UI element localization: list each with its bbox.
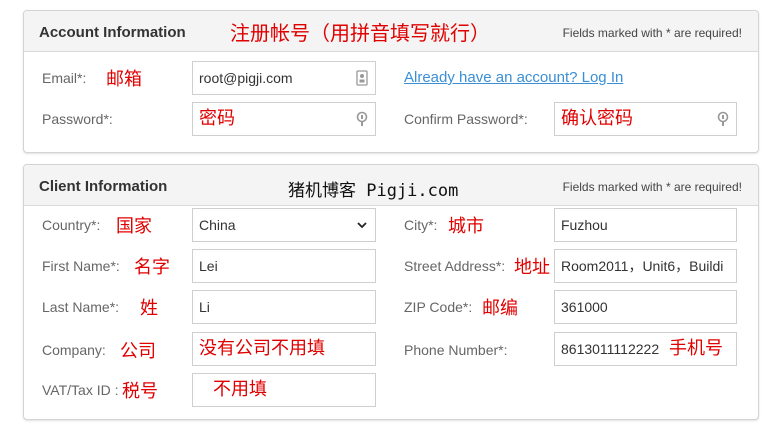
country-annotation: 国家	[116, 216, 152, 237]
first-name-value: Lei	[199, 258, 218, 274]
street-address-field[interactable]: Room2011，Unit6，Buildi	[554, 249, 737, 283]
vat-tax-id-label: VAT/Tax ID :	[42, 382, 119, 398]
confirm-password-field[interactable]: 确认密码	[554, 102, 737, 136]
phone-number-value: 8613011112222	[561, 341, 660, 357]
key-icon	[356, 111, 368, 126]
confirm-password-annotation: 确认密码	[561, 108, 633, 129]
password-field[interactable]: 密码	[192, 102, 376, 136]
account-panel-title: Account Information	[39, 24, 186, 41]
vat-value-annotation: 不用填	[213, 379, 267, 400]
phone-number-label: Phone Number*:	[404, 342, 508, 358]
country-label: Country*:	[42, 217, 101, 233]
vat-tax-id-field[interactable]: 不用填	[192, 373, 376, 407]
email-value: root@pigji.com	[199, 70, 293, 86]
first-name-label: First Name*:	[42, 258, 120, 274]
client-required-note: Fields marked with * are required!	[562, 180, 742, 194]
country-value: China	[199, 217, 236, 233]
city-value: Fuzhou	[561, 217, 608, 233]
confirm-password-label: Confirm Password*:	[404, 111, 528, 127]
company-label: Company:	[42, 342, 106, 358]
city-annotation: 城市	[448, 216, 484, 237]
last-name-value: Li	[199, 299, 210, 315]
first-name-annotation: 名字	[134, 257, 170, 278]
watermark: 猪机博客 Pigji.com	[288, 181, 459, 201]
company-annotation: 公司	[120, 341, 156, 362]
vat-annotation: 税号	[122, 381, 158, 402]
city-label: City*:	[404, 217, 438, 233]
company-field[interactable]: 没有公司不用填	[192, 332, 376, 366]
zip-code-label: ZIP Code*:	[404, 299, 473, 315]
zip-code-value: 361000	[561, 299, 608, 315]
account-required-note: Fields marked with * are required!	[562, 26, 742, 40]
first-name-field[interactable]: Lei	[192, 249, 376, 283]
phone-annotation: 手机号	[669, 338, 723, 359]
password-annotation: 密码	[199, 108, 235, 129]
phone-number-field[interactable]: 8613011112222 手机号	[554, 332, 737, 366]
key-icon	[717, 111, 729, 126]
email-annotation: 邮箱	[106, 69, 142, 90]
chevron-down-icon	[357, 222, 367, 229]
country-select[interactable]: China	[192, 208, 376, 242]
email-field[interactable]: root@pigji.com	[192, 61, 376, 95]
card-icon	[356, 70, 368, 86]
account-annotation: 注册帐号（用拼音填写就行）	[230, 21, 490, 45]
street-address-label: Street Address*:	[404, 258, 506, 274]
company-value-annotation: 没有公司不用填	[199, 338, 325, 359]
password-label: Password*:	[42, 111, 113, 127]
zip-annotation: 邮编	[482, 298, 518, 319]
city-field[interactable]: Fuzhou	[554, 208, 737, 242]
email-label: Email*:	[42, 70, 87, 86]
last-name-annotation: 姓	[140, 298, 158, 319]
zip-code-field[interactable]: 361000	[554, 290, 737, 324]
last-name-label: Last Name*:	[42, 299, 120, 315]
street-annotation: 地址	[514, 257, 550, 278]
login-link[interactable]: Already have an account? Log In	[404, 69, 623, 86]
last-name-field[interactable]: Li	[192, 290, 376, 324]
street-address-value: Room2011，Unit6，Buildi	[561, 258, 724, 274]
client-panel-title: Client Information	[39, 178, 168, 195]
